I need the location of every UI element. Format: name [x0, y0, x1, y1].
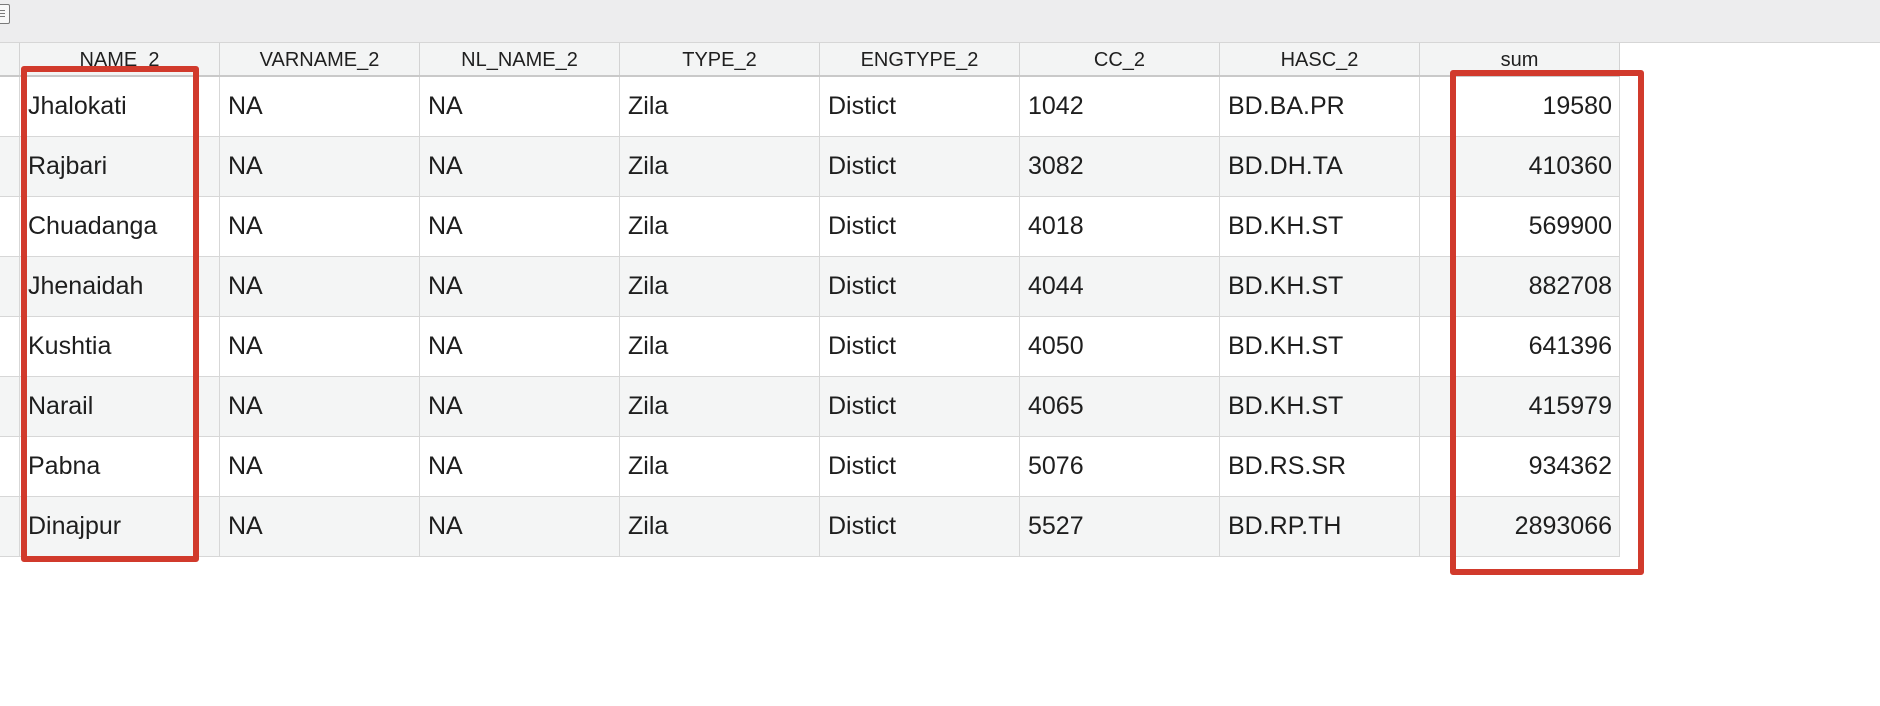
table-row[interactable]: Jhenaidah NA NA Zila Distict 4044 BD.KH.…: [0, 257, 1620, 317]
table-row[interactable]: Rajbari NA NA Zila Distict 3082 BD.DH.TA…: [0, 137, 1620, 197]
cell-nl-name-2[interactable]: NA: [420, 377, 620, 436]
row-selector[interactable]: [0, 77, 20, 136]
cell-varname-2[interactable]: NA: [220, 197, 420, 256]
cell-name-2[interactable]: Kushtia: [20, 317, 220, 376]
column-header-cc-2[interactable]: CC_2: [1020, 43, 1220, 75]
cell-cc-2[interactable]: 4050: [1020, 317, 1220, 376]
table-row[interactable]: Kushtia NA NA Zila Distict 4050 BD.KH.ST…: [0, 317, 1620, 377]
cell-name-2[interactable]: Rajbari: [20, 137, 220, 196]
cell-name-2[interactable]: Chuadanga: [20, 197, 220, 256]
cell-cc-2[interactable]: 4065: [1020, 377, 1220, 436]
cell-sum[interactable]: 19580: [1420, 77, 1620, 136]
cell-hasc-2[interactable]: BD.KH.ST: [1220, 197, 1420, 256]
cell-type-2[interactable]: Zila: [620, 77, 820, 136]
column-header-type-2[interactable]: TYPE_2: [620, 43, 820, 75]
cell-varname-2[interactable]: NA: [220, 497, 420, 556]
table-row[interactable]: Dinajpur NA NA Zila Distict 5527 BD.RP.T…: [0, 497, 1620, 557]
cell-name-2[interactable]: Jhenaidah: [20, 257, 220, 316]
cell-engtype-2[interactable]: Distict: [820, 137, 1020, 196]
row-selector[interactable]: [0, 317, 20, 376]
cell-varname-2[interactable]: NA: [220, 377, 420, 436]
row-selector[interactable]: [0, 257, 20, 316]
cell-sum[interactable]: 415979: [1420, 377, 1620, 436]
column-header-varname-2[interactable]: VARNAME_2: [220, 43, 420, 75]
row-selector-header[interactable]: [0, 43, 20, 75]
cell-sum[interactable]: 569900: [1420, 197, 1620, 256]
cell-type-2[interactable]: Zila: [620, 437, 820, 496]
cell-hasc-2[interactable]: BD.KH.ST: [1220, 317, 1420, 376]
cell-cc-2[interactable]: 4018: [1020, 197, 1220, 256]
cell-name-2[interactable]: Narail: [20, 377, 220, 436]
row-selector[interactable]: [0, 377, 20, 436]
cell-engtype-2[interactable]: Distict: [820, 317, 1020, 376]
cell-name-2[interactable]: Jhalokati: [20, 77, 220, 136]
cell-varname-2[interactable]: NA: [220, 317, 420, 376]
cell-hasc-2[interactable]: BD.DH.TA: [1220, 137, 1420, 196]
table-row[interactable]: Narail NA NA Zila Distict 4065 BD.KH.ST …: [0, 377, 1620, 437]
attribute-table: NAME_2 VARNAME_2 NL_NAME_2 TYPE_2 ENGTYP…: [0, 43, 1620, 557]
cell-sum[interactable]: 934362: [1420, 437, 1620, 496]
column-header-sum[interactable]: sum: [1420, 43, 1620, 75]
cell-type-2[interactable]: Zila: [620, 257, 820, 316]
cell-hasc-2[interactable]: BD.KH.ST: [1220, 257, 1420, 316]
cell-engtype-2[interactable]: Distict: [820, 197, 1020, 256]
cell-nl-name-2[interactable]: NA: [420, 77, 620, 136]
cell-hasc-2[interactable]: BD.KH.ST: [1220, 377, 1420, 436]
table-row[interactable]: Jhalokati NA NA Zila Distict 1042 BD.BA.…: [0, 77, 1620, 137]
column-header-hasc-2[interactable]: HASC_2: [1220, 43, 1420, 75]
cell-hasc-2[interactable]: BD.RS.SR: [1220, 437, 1420, 496]
cell-name-2[interactable]: Pabna: [20, 437, 220, 496]
cell-hasc-2[interactable]: BD.BA.PR: [1220, 77, 1420, 136]
cell-type-2[interactable]: Zila: [620, 197, 820, 256]
cell-cc-2[interactable]: 4044: [1020, 257, 1220, 316]
table-icon[interactable]: [0, 4, 10, 24]
cell-engtype-2[interactable]: Distict: [820, 257, 1020, 316]
cell-nl-name-2[interactable]: NA: [420, 197, 620, 256]
toolbar: [0, 0, 1880, 43]
attribute-table-window: NAME_2 VARNAME_2 NL_NAME_2 TYPE_2 ENGTYP…: [0, 0, 1880, 706]
cell-nl-name-2[interactable]: NA: [420, 137, 620, 196]
cell-type-2[interactable]: Zila: [620, 317, 820, 376]
cell-sum[interactable]: 641396: [1420, 317, 1620, 376]
cell-sum[interactable]: 2893066: [1420, 497, 1620, 556]
row-selector[interactable]: [0, 197, 20, 256]
table-row[interactable]: Pabna NA NA Zila Distict 5076 BD.RS.SR 9…: [0, 437, 1620, 497]
cell-nl-name-2[interactable]: NA: [420, 317, 620, 376]
cell-varname-2[interactable]: NA: [220, 437, 420, 496]
cell-engtype-2[interactable]: Distict: [820, 497, 1020, 556]
cell-cc-2[interactable]: 5076: [1020, 437, 1220, 496]
cell-cc-2[interactable]: 3082: [1020, 137, 1220, 196]
cell-engtype-2[interactable]: Distict: [820, 77, 1020, 136]
cell-type-2[interactable]: Zila: [620, 497, 820, 556]
cell-engtype-2[interactable]: Distict: [820, 437, 1020, 496]
cell-type-2[interactable]: Zila: [620, 137, 820, 196]
cell-type-2[interactable]: Zila: [620, 377, 820, 436]
cell-nl-name-2[interactable]: NA: [420, 437, 620, 496]
cell-varname-2[interactable]: NA: [220, 257, 420, 316]
column-header-engtype-2[interactable]: ENGTYPE_2: [820, 43, 1020, 75]
cell-name-2[interactable]: Dinajpur: [20, 497, 220, 556]
column-header-name-2[interactable]: NAME_2: [20, 43, 220, 75]
row-selector[interactable]: [0, 437, 20, 496]
cell-varname-2[interactable]: NA: [220, 137, 420, 196]
row-selector[interactable]: [0, 497, 20, 556]
row-selector[interactable]: [0, 137, 20, 196]
cell-sum[interactable]: 410360: [1420, 137, 1620, 196]
cell-cc-2[interactable]: 1042: [1020, 77, 1220, 136]
table-row[interactable]: Chuadanga NA NA Zila Distict 4018 BD.KH.…: [0, 197, 1620, 257]
cell-nl-name-2[interactable]: NA: [420, 257, 620, 316]
cell-cc-2[interactable]: 5527: [1020, 497, 1220, 556]
cell-varname-2[interactable]: NA: [220, 77, 420, 136]
cell-hasc-2[interactable]: BD.RP.TH: [1220, 497, 1420, 556]
table-header: NAME_2 VARNAME_2 NL_NAME_2 TYPE_2 ENGTYP…: [0, 43, 1620, 77]
cell-engtype-2[interactable]: Distict: [820, 377, 1020, 436]
cell-nl-name-2[interactable]: NA: [420, 497, 620, 556]
column-header-nl-name-2[interactable]: NL_NAME_2: [420, 43, 620, 75]
cell-sum[interactable]: 882708: [1420, 257, 1620, 316]
